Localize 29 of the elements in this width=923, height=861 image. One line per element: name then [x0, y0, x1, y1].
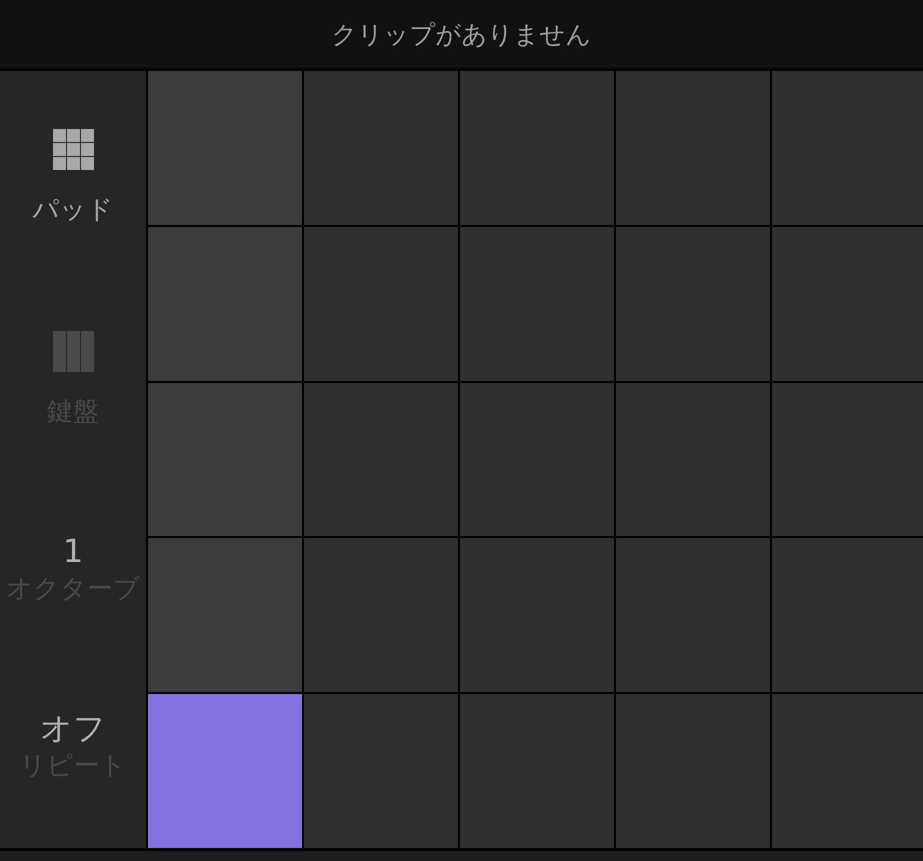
pad[interactable]	[148, 694, 302, 848]
pad[interactable]	[616, 694, 770, 848]
pad[interactable]	[460, 694, 614, 848]
pad[interactable]	[304, 226, 458, 381]
pad[interactable]	[460, 382, 614, 536]
pad[interactable]	[304, 694, 458, 848]
pad[interactable]	[148, 538, 302, 692]
pad[interactable]	[772, 71, 923, 225]
pad[interactable]	[616, 382, 770, 536]
pad[interactable]	[616, 71, 770, 225]
pad[interactable]	[616, 538, 770, 692]
pads-mode-button[interactable]: パッド	[32, 128, 114, 224]
pad[interactable]	[304, 538, 458, 692]
pad[interactable]	[616, 226, 770, 381]
pad[interactable]	[460, 226, 614, 381]
pad[interactable]	[304, 382, 458, 536]
pad[interactable]	[772, 538, 923, 692]
pad[interactable]	[772, 694, 923, 848]
pad[interactable]	[148, 71, 302, 225]
pad[interactable]	[148, 226, 302, 381]
pad[interactable]	[460, 538, 614, 692]
pad[interactable]	[460, 71, 614, 225]
pad[interactable]	[772, 382, 923, 536]
pad[interactable]	[772, 226, 923, 381]
pad[interactable]	[304, 71, 458, 225]
clip-status-text: クリップがありません	[332, 22, 592, 46]
grid-icon	[52, 128, 94, 170]
keyboard-icon	[52, 331, 94, 372]
pad[interactable]	[148, 382, 302, 536]
